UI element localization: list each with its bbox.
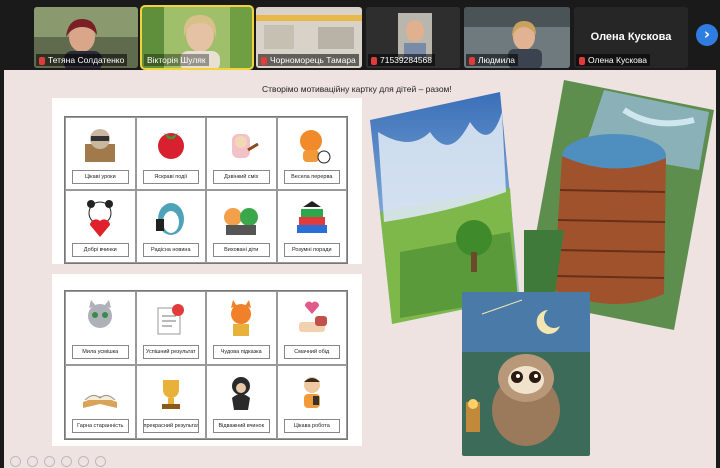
card-label: прекрасний результат — [142, 419, 199, 433]
participant-name: Вікторія Шуляк — [147, 55, 206, 65]
card-label: Цікаві уроки — [72, 170, 129, 184]
trophy-icon — [161, 380, 180, 409]
card[interactable]: Відважний вчинок — [206, 365, 277, 439]
participant-tile-6[interactable]: Олена Кускова Олена Кускова — [574, 7, 688, 68]
card[interactable]: Гарна старанність — [65, 365, 136, 439]
sky-curtain-illustration — [370, 92, 520, 324]
card-label: Мила усмішка — [72, 345, 129, 359]
participant-tile-3[interactable]: Чорноморець Тамара — [256, 7, 362, 68]
card-grid-bottom: Мила усмішка Успішний результат Чудова п… — [64, 290, 348, 440]
books-icon — [296, 201, 327, 233]
papers-icon — [157, 304, 184, 335]
cats-icon — [224, 208, 259, 235]
card-label: Чудова підказка — [213, 345, 270, 359]
participant-tile-5[interactable]: Людмила — [464, 7, 570, 68]
card-label: Дзвінкий сміх — [213, 170, 270, 184]
cat-box-icon — [85, 129, 116, 162]
search-icon[interactable] — [78, 456, 89, 467]
panda-heart-icon — [87, 200, 114, 237]
card-label: Виховані діти — [213, 243, 270, 257]
mic-muted-icon — [261, 56, 267, 65]
participant-name: Олена Кускова — [588, 55, 648, 65]
card[interactable]: Успішний результат — [135, 291, 206, 365]
card[interactable]: Виховані діти — [206, 190, 277, 263]
participant-strip: Тетяна Солдатенко Вікторія Шуляк Чорномо… — [0, 0, 720, 70]
participant-name: Людмила — [478, 55, 516, 65]
card[interactable]: Яскраві події — [135, 117, 206, 190]
open-book-icon — [83, 394, 118, 408]
card-label: Весела перерва — [283, 170, 340, 184]
card[interactable]: Радісна новина — [135, 190, 206, 263]
worksheet-bottom: Мила усмішка Успішний результат Чудова п… — [52, 274, 362, 446]
pen-icon[interactable] — [44, 456, 55, 467]
card[interactable]: Цікаві уроки — [65, 117, 136, 190]
card[interactable]: Дзвінкий сміх — [206, 117, 277, 190]
kitten-icon — [88, 300, 113, 328]
mic-muted-icon — [39, 56, 45, 65]
participant-name: Чорноморець Тамара — [270, 55, 356, 65]
card[interactable]: Розумні поради — [276, 190, 347, 263]
card-label: Відважний вчинок — [213, 419, 270, 433]
card-label: Добрі вчинки — [72, 243, 129, 257]
menu-icon[interactable] — [95, 456, 106, 467]
card[interactable]: Цікава робота — [276, 365, 347, 439]
participant-name: Тетяна Солдатенко — [48, 55, 125, 65]
sloth-illustration — [462, 292, 590, 456]
card-grid-top: Цікаві уроки Яскраві події Дзвінкий сміх… — [64, 116, 348, 264]
fox-book-icon — [231, 300, 252, 336]
participant-tile-2[interactable]: Вікторія Шуляк — [140, 5, 254, 70]
mic-muted-icon — [579, 56, 585, 65]
pointer-icon[interactable] — [61, 456, 72, 467]
card-label: Смачний обід — [283, 345, 340, 359]
slide-toolbar — [10, 456, 106, 467]
monkey-icon — [232, 377, 251, 410]
cake-heart-icon — [298, 301, 327, 332]
card-label: Гарна старанність — [72, 419, 129, 433]
card-label: Цікава робота — [283, 419, 340, 433]
card[interactable]: Весела перерва — [276, 117, 347, 190]
zoom-out-icon[interactable] — [10, 456, 21, 467]
mic-muted-icon — [469, 56, 475, 65]
chevron-right-icon[interactable]: › — [696, 24, 718, 46]
card-label: Успішний результат — [142, 345, 199, 359]
card-label: Радісна новина — [142, 243, 199, 257]
card[interactable]: Смачний обід — [276, 291, 347, 365]
shared-slide: Створімо мотиваційну картку для дітей – … — [4, 70, 716, 468]
participant-name: 71539284568 — [380, 55, 433, 65]
raspberry-icon — [157, 133, 184, 159]
card[interactable]: Чудова підказка — [206, 291, 277, 365]
card-label: Яскраві події — [142, 170, 199, 184]
child-phone-icon — [303, 377, 320, 408]
worksheet-top: Цікаві уроки Яскраві події Дзвінкий сміх… — [52, 98, 362, 264]
card-label: Розумні поради — [283, 243, 340, 257]
mic-muted-icon — [371, 56, 377, 65]
guitar-dessert-icon — [232, 134, 260, 158]
participant-tile-1[interactable]: Тетяна Солдатенко — [34, 7, 138, 68]
penguin-phone-icon — [155, 203, 184, 235]
participant-big-name: Олена Кускова — [590, 31, 672, 43]
fox-ball-icon — [299, 130, 331, 164]
card[interactable]: Добрі вчинки — [65, 190, 136, 263]
card[interactable]: Мила усмішка — [65, 291, 136, 365]
zoom-in-icon[interactable] — [27, 456, 38, 467]
card[interactable]: прекрасний результат — [135, 365, 206, 439]
participant-tile-4[interactable]: 71539284568 — [366, 7, 460, 68]
